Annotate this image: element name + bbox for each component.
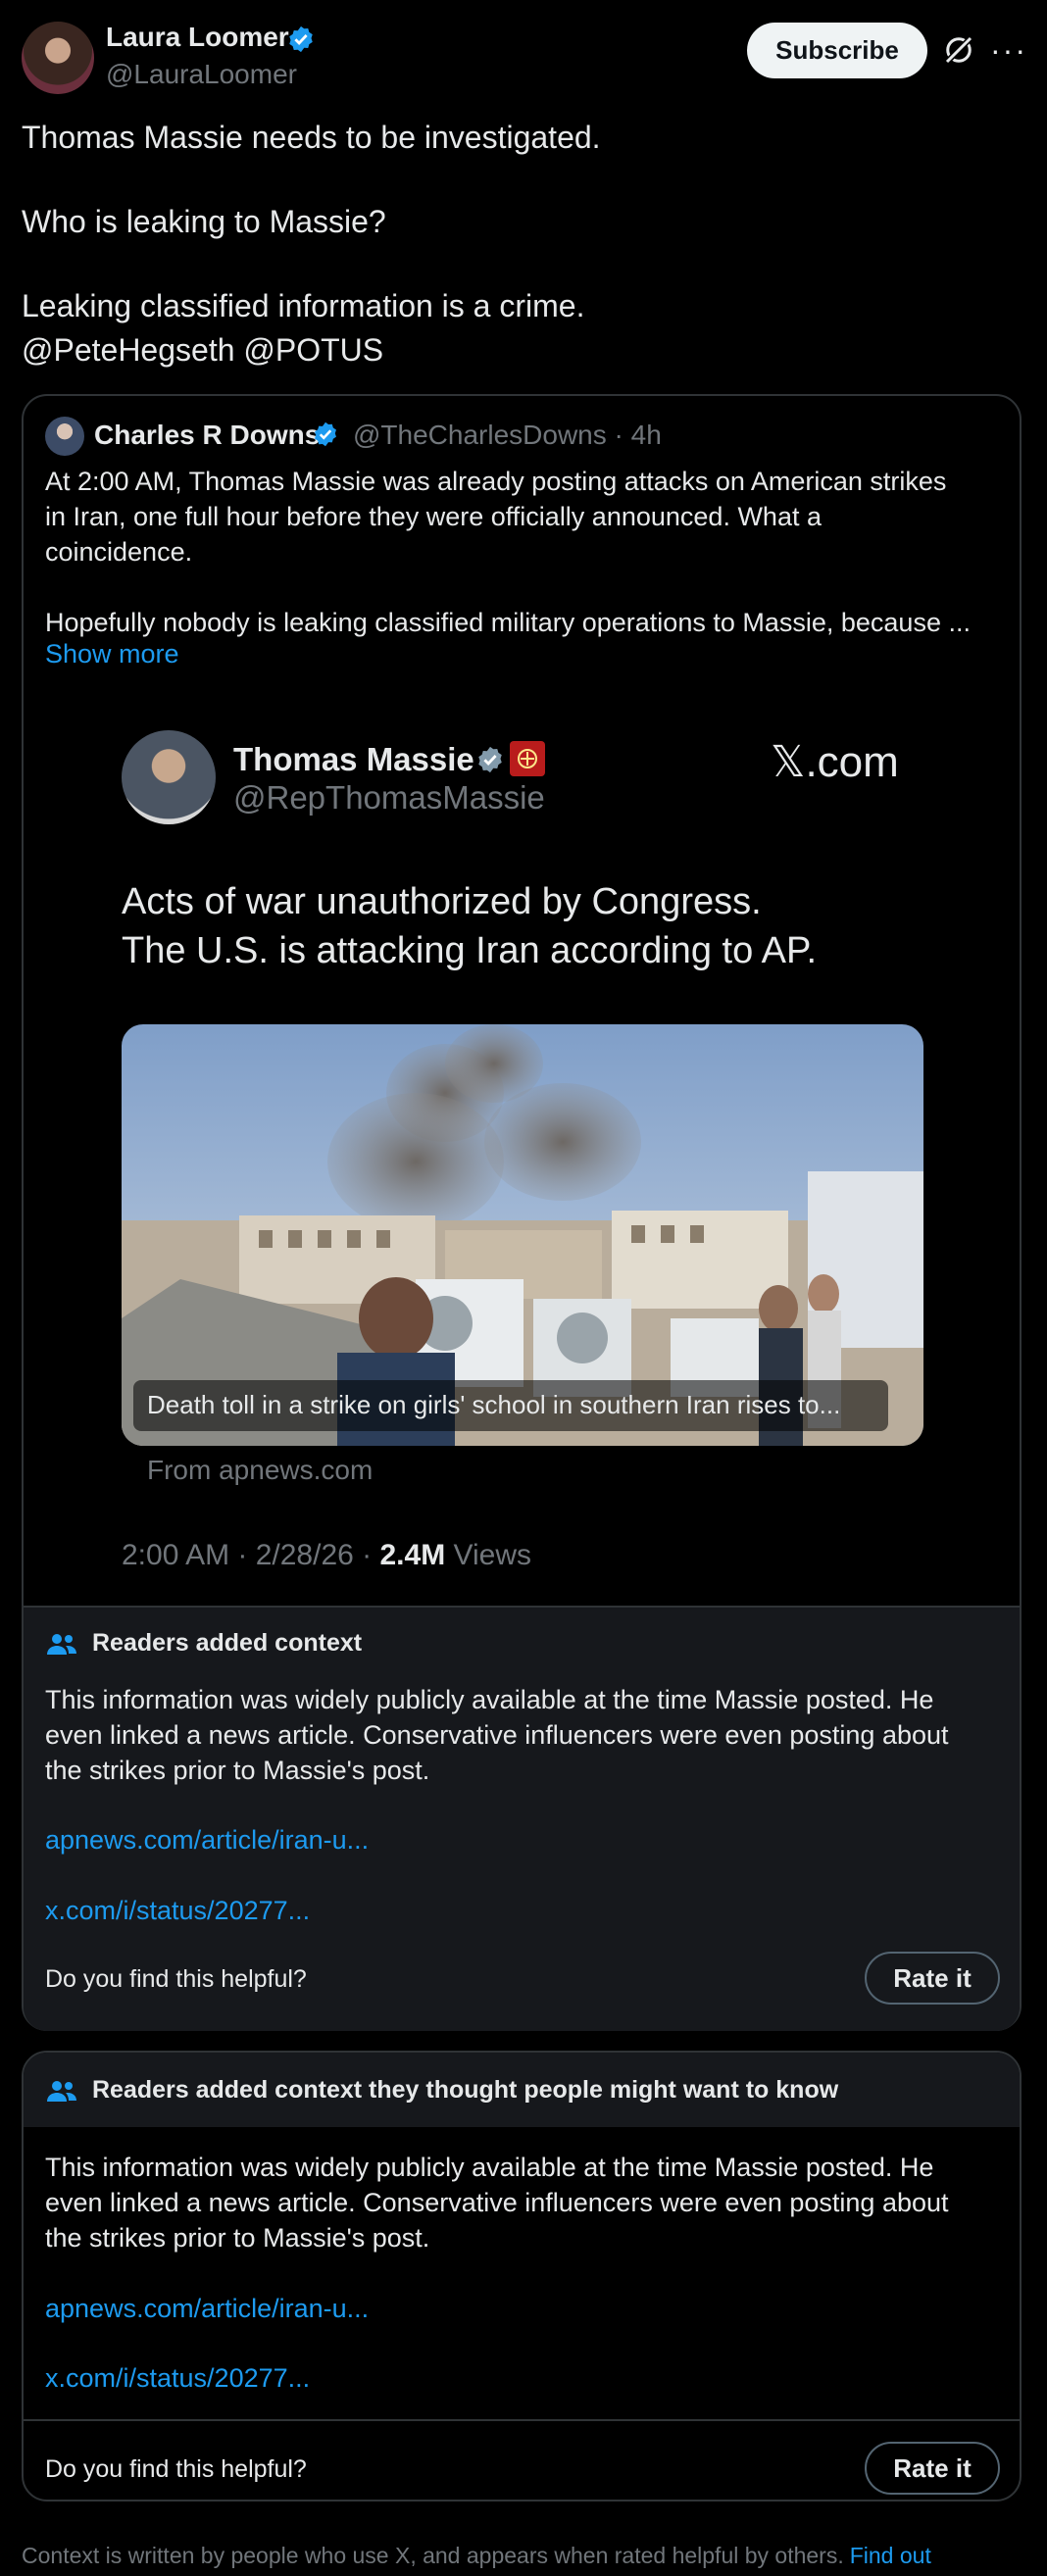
helpful-question: Do you find this helpful?: [45, 2455, 307, 2483]
embedded-text-line: Acts of war unauthorized by Congress.: [122, 881, 762, 922]
rate-it-button[interactable]: Rate it: [865, 1952, 1000, 2005]
helpful-question: Do you find this helpful?: [45, 1965, 307, 1993]
link-source: From apnews.com: [147, 1455, 374, 1485]
quote-author-name[interactable]: Charles R Downs: [94, 420, 320, 451]
views-count: 2.4M: [379, 1539, 446, 1571]
context-footer: Context is written by people who use X, …: [22, 2543, 931, 2569]
note-body-line: the strikes prior to Massie's post.: [45, 2223, 430, 2253]
note-title: Readers added context: [92, 1629, 363, 1657]
verified-badge-icon: [315, 421, 336, 447]
verified-badge-icon: [289, 25, 313, 53]
author-name[interactable]: Laura Loomer: [106, 22, 289, 53]
quote-text-line: Hopefully nobody is leaking classified m…: [45, 608, 971, 637]
note-link[interactable]: apnews.com/article/iran-u...: [45, 1825, 369, 1856]
note-link[interactable]: x.com/i/status/20277...: [45, 2363, 310, 2394]
find-out-more-link[interactable]: Find out: [850, 2543, 931, 2568]
news-image-caption: Death toll in a strike on girls' school …: [147, 1390, 841, 1419]
embedded-author-handle: @RepThomasMassie: [233, 779, 545, 816]
post-text-line: Leaking classified information is a crim…: [22, 288, 585, 323]
government-seal-icon: [510, 741, 545, 776]
show-more-link[interactable]: Show more: [45, 639, 179, 669]
people-icon: [47, 1634, 76, 1655]
gray-verified-badge-icon: [478, 746, 502, 773]
quote-text-line: At 2:00 AM, Thomas Massie was already po…: [45, 467, 947, 496]
note-body-line: even linked a news article. Conservative…: [45, 2188, 949, 2217]
grok-icon[interactable]: [941, 32, 976, 68]
note-body-line: This information was widely publicly ava…: [45, 2153, 934, 2182]
subscribe-button[interactable]: Subscribe: [747, 23, 927, 78]
embedded-author-name: Thomas Massie: [233, 741, 474, 777]
quote-text-line: in Iran, one full hour before they were …: [45, 502, 822, 531]
post-mentions[interactable]: @PeteHegseth @POTUS: [22, 330, 383, 370]
divider: [24, 2419, 1020, 2421]
quote-text-line: coincidence.: [45, 537, 193, 567]
embedded-author-avatar: [122, 730, 216, 824]
footer-text: Context is written by people who use X, …: [22, 2543, 844, 2568]
note-body-line: the strikes prior to Massie's post.: [45, 1756, 430, 1785]
people-icon: [47, 2081, 76, 2102]
author-avatar[interactable]: [22, 22, 94, 94]
rate-it-button[interactable]: Rate it: [865, 2442, 1000, 2495]
more-options-icon[interactable]: ···: [990, 32, 1027, 69]
post-text-line: Who is leaking to Massie?: [22, 204, 386, 239]
embedded-text-line: The U.S. is attacking Iran according to …: [122, 930, 818, 971]
author-handle[interactable]: @LauraLoomer: [106, 59, 297, 90]
views-label: Views: [445, 1539, 532, 1571]
note-title: Readers added context they thought peopl…: [92, 2076, 839, 2104]
timestamp: 2:00 AM · 2/28/26 ·: [122, 1539, 380, 1571]
note-link[interactable]: apnews.com/article/iran-u...: [45, 2294, 369, 2324]
embedded-timestamp-views: 2:00 AM · 2/28/26 · 2.4M Views: [122, 1539, 531, 1572]
quote-author-handle: @TheCharlesDowns · 4h: [353, 420, 662, 450]
note-link[interactable]: x.com/i/status/20277...: [45, 1896, 310, 1926]
note-body-line: even linked a news article. Conservative…: [45, 1720, 949, 1750]
post-text-line: Thomas Massie needs to be investigated.: [22, 120, 601, 155]
note-body-line: This information was widely publicly ava…: [45, 1685, 934, 1714]
xcom-watermark: 𝕏.com: [771, 738, 899, 786]
quote-author-avatar[interactable]: [45, 417, 84, 456]
